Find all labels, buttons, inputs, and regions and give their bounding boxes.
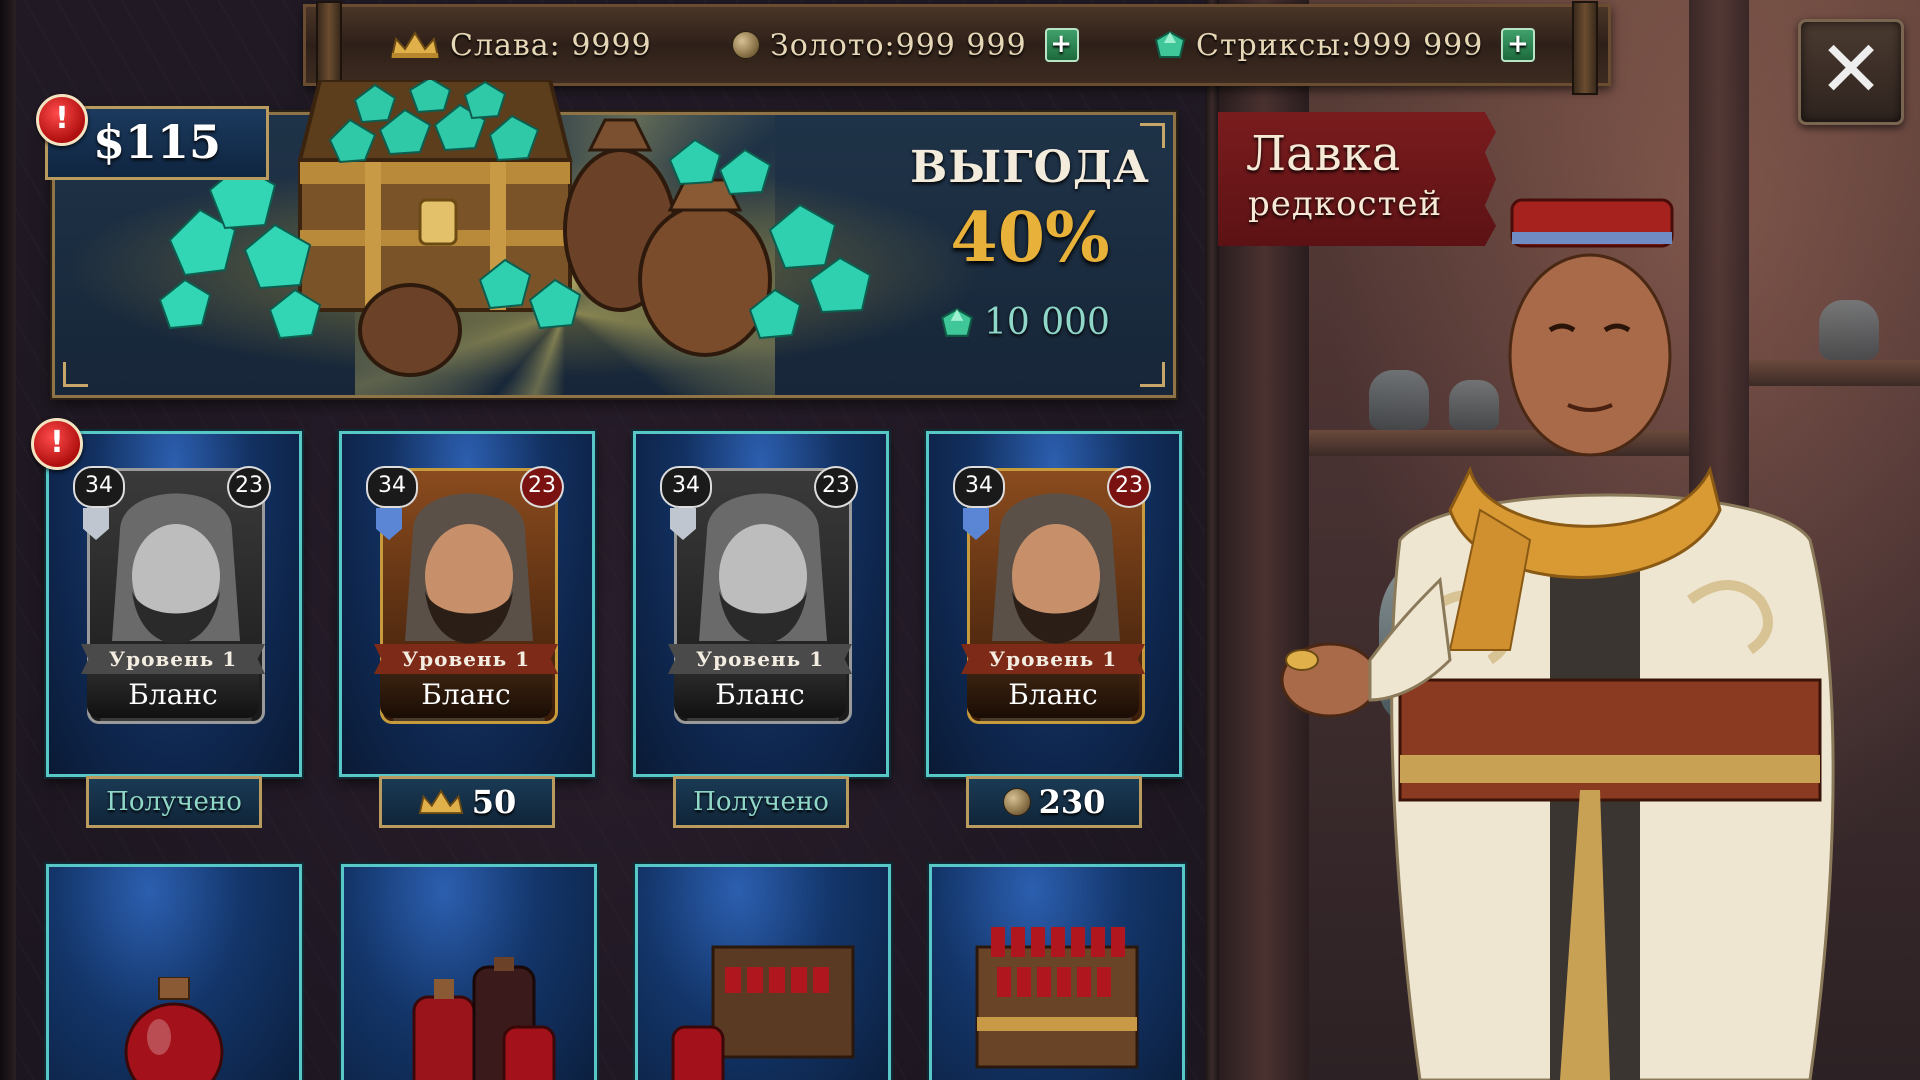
frame-corner — [1140, 362, 1165, 387]
hero-name: Бланс — [674, 674, 846, 718]
resource-bar: Слава: 9999 Золото:999 999 + Стриксы:999… — [303, 1, 1611, 95]
add-gold-button[interactable]: + — [1044, 28, 1079, 62]
offer-amount-value: 10 000 — [984, 302, 1110, 343]
merchant-character — [1280, 198, 1835, 1080]
strix-gem-icon — [940, 307, 974, 337]
strix-value: Стриксы:999 999 — [1196, 27, 1484, 63]
frame-corner — [63, 362, 88, 387]
hero-level: Уровень 1 — [961, 644, 1145, 674]
strix-gem-icon — [1154, 31, 1186, 58]
hero-name: Бланс — [380, 674, 552, 718]
add-strix-button[interactable]: + — [1501, 28, 1536, 62]
footer-text: Получено — [106, 787, 242, 817]
hero-level: Уровень 1 — [374, 644, 558, 674]
health-stat: 23 — [1107, 466, 1151, 508]
hero-card[interactable]: 34 23 Уровень 1 Бланс — [46, 431, 302, 777]
panel-edge — [0, 0, 16, 1080]
fame-counter: Слава: 9999 — [390, 25, 652, 65]
coin-icon — [1002, 788, 1031, 816]
hero-card[interactable]: 34 23 Уровень 1 Бланс — [633, 431, 889, 777]
shop-title: Лавка — [1246, 126, 1401, 182]
coin-icon — [732, 31, 760, 59]
health-stat: 23 — [227, 466, 271, 508]
crown-icon — [390, 31, 440, 58]
offer-alert-badge: ! — [36, 94, 88, 146]
health-stat: 23 — [814, 466, 858, 508]
potion-set-icon — [412, 957, 556, 1080]
hero-name: Бланс — [87, 674, 259, 718]
hero-card[interactable]: 34 23 Уровень 1 Бланс — [339, 431, 595, 777]
footer-text: 50 — [471, 783, 517, 821]
fame-value: Слава: 9999 — [450, 27, 652, 63]
crown-icon — [418, 789, 464, 814]
attack-stat: 34 — [366, 466, 418, 508]
hero-level: Уровень 1 — [668, 644, 852, 674]
received-label: Получено — [86, 776, 262, 828]
item-card-potion-set[interactable] — [341, 864, 597, 1080]
close-button[interactable]: ✕ — [1798, 19, 1904, 125]
hero-card[interactable]: 34 23 Уровень 1 Бланс — [926, 431, 1182, 777]
footer-text: Получено — [693, 787, 829, 817]
buy-button[interactable]: 50 — [379, 776, 555, 828]
hero-level: Уровень 1 — [81, 644, 265, 674]
strix-counter: Стриксы:999 999 + — [1154, 25, 1536, 65]
potion-single-icon — [124, 977, 224, 1080]
health-stat: 23 — [520, 466, 564, 508]
item-card-potion[interactable] — [46, 864, 302, 1080]
offer-title: ВЫГОДА — [910, 142, 1150, 193]
panel-divider — [1205, 0, 1219, 1080]
received-label: Получено — [673, 776, 849, 828]
hero-name: Бланс — [967, 674, 1139, 718]
cards-alert-badge: ! — [31, 418, 83, 470]
offer-strix-amount: 10 000 — [940, 302, 1160, 343]
footer-text: 230 — [1038, 783, 1106, 821]
attack-stat: 34 — [660, 466, 712, 508]
item-card-potion-chest[interactable] — [929, 864, 1185, 1080]
potion-chest-icon — [975, 927, 1139, 1069]
item-card-potion-crate[interactable] — [635, 864, 891, 1080]
attack-stat: 34 — [953, 466, 1005, 508]
offer-discount: 40% — [950, 198, 1110, 278]
gold-value: Золото:999 999 — [770, 27, 1027, 63]
buy-button[interactable]: 230 — [966, 776, 1142, 828]
attack-stat: 34 — [73, 466, 125, 508]
gold-counter: Золото:999 999 + — [732, 25, 1079, 65]
potion-crate-icon — [671, 945, 855, 1080]
